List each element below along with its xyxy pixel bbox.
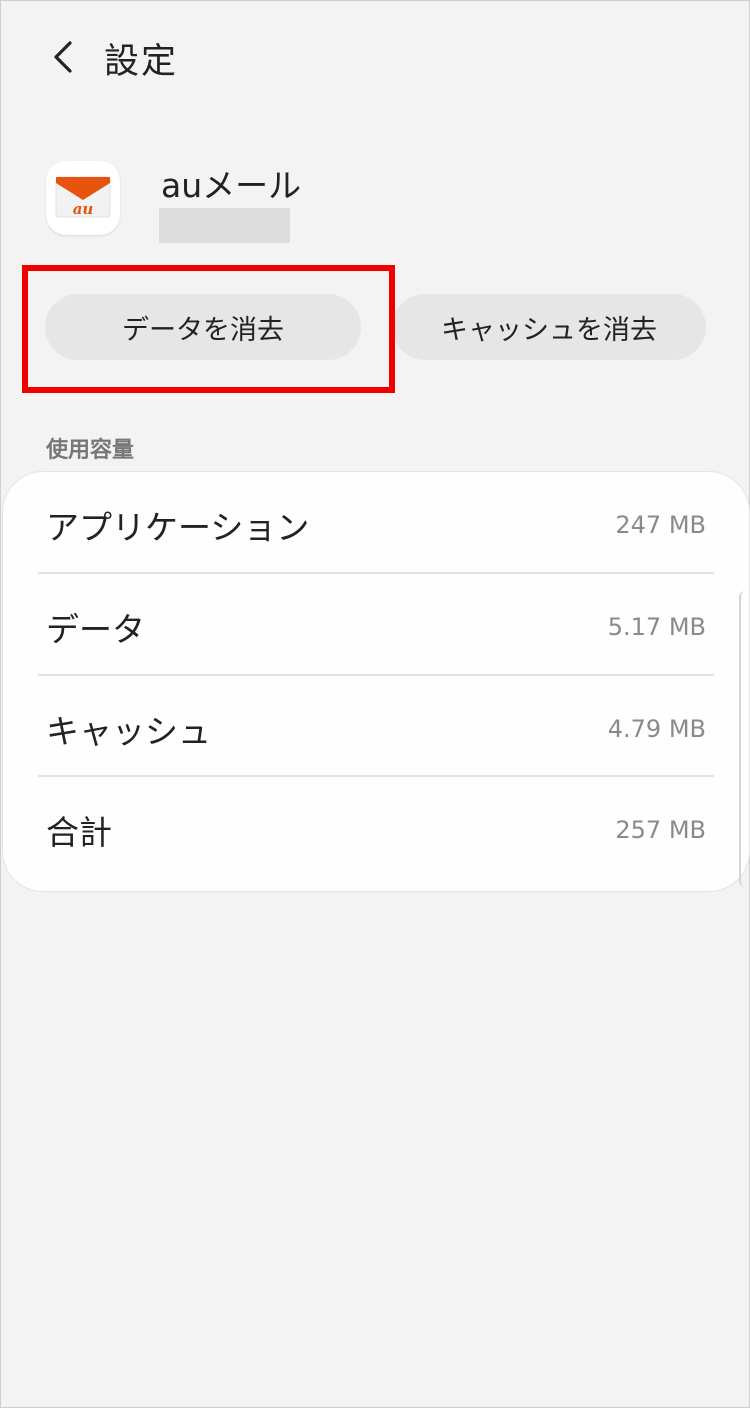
row-value: 247 MB [615,510,706,539]
chevron-left-icon [54,41,72,73]
row-divider [38,775,714,777]
row-value: 4.79 MB [607,714,706,743]
highlight-annotation-box [22,265,395,393]
app-icon-text: au [73,200,94,218]
storage-card: アプリケーション 247 MB データ 5.17 MB キャッシュ 4.79 M… [3,472,749,891]
row-value: 5.17 MB [607,612,706,641]
storage-row-cache: キャッシュ 4.79 MB [38,678,714,779]
app-version-redacted [159,208,290,243]
scrollbar[interactable] [739,591,747,887]
row-label: キャッシュ [46,711,211,751]
row-divider [38,674,714,676]
row-label: 合計 [46,812,112,852]
back-button[interactable] [37,31,89,83]
storage-settings-screen: 設定 au auメール データを消去 キャッシュを消去 使用容量 アプリケーショ… [0,0,750,1408]
section-label-storage: 使用容量 [46,438,135,463]
clear-cache-button[interactable]: キャッシュを消去 [392,294,706,360]
au-mail-envelope-icon: au [46,161,120,235]
row-value: 257 MB [615,815,706,844]
page-title: 設定 [104,42,179,82]
storage-row-data: データ 5.17 MB [38,576,714,677]
storage-row-total: 合計 257 MB [38,779,714,880]
row-divider [38,572,714,574]
row-label: データ [46,609,145,649]
header-bar: 設定 [1,1,749,113]
storage-row-application: アプリケーション 247 MB [38,474,714,575]
row-label: アプリケーション [46,507,310,547]
app-name: auメール [161,166,302,205]
